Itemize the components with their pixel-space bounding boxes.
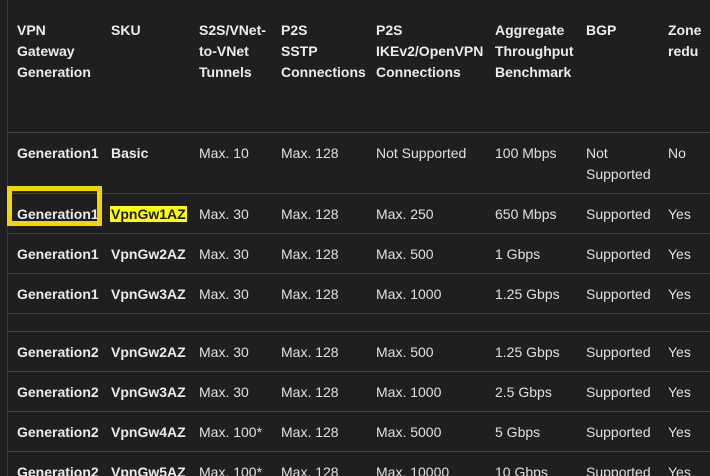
cell-generation: Generation2 [17, 343, 99, 360]
cell-s2s-tunnels: Max. 30 [199, 285, 249, 302]
table-row: Generation1 Basic Max. 10 Max. 128 Not S… [7, 132, 710, 193]
cell-s2s-tunnels: Max. 30 [199, 343, 249, 360]
cell-throughput: 1.25 Gbps [495, 343, 560, 360]
cell-zone-redundant: Yes [668, 245, 691, 262]
header-sku: SKU [111, 22, 141, 38]
header-zone-redundant: Zone redu [668, 22, 702, 59]
cell-p2s-ikev2: Max. 500 [376, 343, 434, 360]
cell-p2s-sstp: Max. 128 [281, 205, 339, 222]
cell-bgp: Not Supported [586, 144, 651, 182]
cell-generation: Generation2 [17, 423, 99, 440]
table-row: Generation2 VpnGw2AZ Max. 30 Max. 128 Ma… [7, 331, 710, 371]
header-p2s-sstp: P2S SSTP Connections [281, 22, 366, 80]
cell-sku: VpnGw1AZ [110, 193, 199, 233]
cell-bgp: Supported [586, 343, 651, 360]
cell-bgp: Supported [586, 383, 651, 400]
table-row: Generation2 VpnGw4AZ Max. 100* Max. 128 … [7, 411, 710, 451]
cell-zone-redundant: No [668, 144, 686, 161]
cell-sku: VpnGw2AZ [111, 343, 186, 360]
cell-zone-redundant: Yes [668, 343, 691, 360]
cell-s2s-tunnels: Max. 100* [199, 423, 263, 440]
table-row: Generation2 VpnGw3AZ Max. 30 Max. 128 Ma… [7, 371, 710, 411]
cell-zone-redundant: Yes [668, 463, 691, 476]
cell-generation: Generation1 [17, 144, 99, 161]
cell-p2s-ikev2: Max. 10000 [376, 463, 450, 476]
table-header-row: VPN Gateway Generation SKU S2S/VNet- to-… [7, 0, 710, 132]
cell-p2s-ikev2: Max. 500 [376, 245, 434, 262]
cell-bgp: Supported [586, 463, 651, 476]
cell-s2s-tunnels: Max. 30 [199, 205, 249, 222]
cell-p2s-sstp: Max. 128 [281, 245, 339, 262]
cell-p2s-sstp: Max. 128 [281, 463, 339, 476]
cell-throughput: 2.5 Gbps [495, 383, 552, 400]
cell-sku: Basic [111, 144, 149, 161]
highlighted-sku: VpnGw1AZ [110, 205, 187, 222]
cell-p2s-ikev2: Max. 5000 [376, 423, 442, 440]
cell-generation: Generation1 [17, 205, 99, 222]
cell-p2s-ikev2: Max. 1000 [376, 383, 442, 400]
cell-p2s-sstp: Max. 128 [281, 343, 339, 360]
header-p2s-ikev2-openvpn: P2S IKEv2/OpenVPN Connections [376, 22, 484, 80]
table-row: Generation1 VpnGw3AZ Max. 30 Max. 128 Ma… [7, 273, 710, 313]
sku-table-view: VPN Gateway Generation SKU S2S/VNet- to-… [7, 0, 710, 476]
cell-sku: VpnGw3AZ [111, 383, 186, 400]
header-aggregate-throughput: Aggregate Throughput Benchmark [495, 22, 574, 80]
cell-s2s-tunnels: Max. 30 [199, 245, 249, 262]
cell-zone-redundant: Yes [668, 423, 691, 440]
cell-throughput: 1.25 Gbps [495, 285, 560, 302]
header-vpn-gateway-generation: VPN Gateway Generation [17, 22, 91, 80]
cell-p2s-sstp: Max. 128 [281, 383, 339, 400]
table-row: Generation1 VpnGw1AZ Max. 30 Max. 128 Ma… [7, 193, 710, 233]
cell-throughput: 5 Gbps [495, 423, 541, 440]
cell-p2s-ikev2: Max. 1000 [376, 285, 442, 302]
cell-bgp: Supported [586, 245, 651, 262]
cell-s2s-tunnels: Max. 30 [199, 383, 249, 400]
cell-throughput: 100 Mbps [495, 144, 557, 161]
cell-p2s-sstp: Max. 128 [281, 423, 339, 440]
cell-sku: VpnGw3AZ [111, 285, 186, 302]
cell-p2s-sstp: Max. 128 [281, 144, 339, 161]
cell-throughput: 10 Gbps [495, 463, 548, 476]
cell-bgp: Supported [586, 423, 651, 440]
table-spacer-row [7, 313, 710, 331]
cell-s2s-tunnels: Max. 10 [199, 144, 249, 161]
cell-throughput: 1 Gbps [495, 245, 541, 262]
cell-p2s-sstp: Max. 128 [281, 285, 339, 302]
table-row: Generation1 VpnGw2AZ Max. 30 Max. 128 Ma… [7, 233, 710, 273]
cell-zone-redundant: Yes [668, 285, 691, 302]
cell-sku: VpnGw4AZ [111, 423, 186, 440]
cell-generation: Generation2 [17, 463, 99, 476]
cell-throughput: 650 Mbps [495, 205, 557, 222]
header-s2s-tunnels: S2S/VNet- to-VNet Tunnels [199, 22, 266, 80]
cell-bgp: Supported [586, 205, 651, 222]
cell-p2s-ikev2: Max. 250 [376, 205, 434, 222]
cell-sku: VpnGw5AZ [111, 463, 186, 476]
cell-bgp: Supported [586, 285, 651, 302]
cell-p2s-ikev2: Not Supported [376, 144, 467, 161]
cell-generation: Generation1 [17, 245, 99, 262]
header-bgp: BGP [586, 22, 617, 38]
cell-generation: Generation1 [17, 285, 99, 302]
vpn-gateway-sku-table: VPN Gateway Generation SKU S2S/VNet- to-… [7, 0, 710, 476]
cell-sku: VpnGw2AZ [111, 245, 186, 262]
table-row: Generation2 VpnGw5AZ Max. 100* Max. 128 … [7, 451, 710, 476]
cell-generation: Generation2 [17, 383, 99, 400]
cell-zone-redundant: Yes [668, 383, 691, 400]
cell-zone-redundant: Yes [668, 205, 691, 222]
cell-s2s-tunnels: Max. 100* [199, 463, 263, 476]
